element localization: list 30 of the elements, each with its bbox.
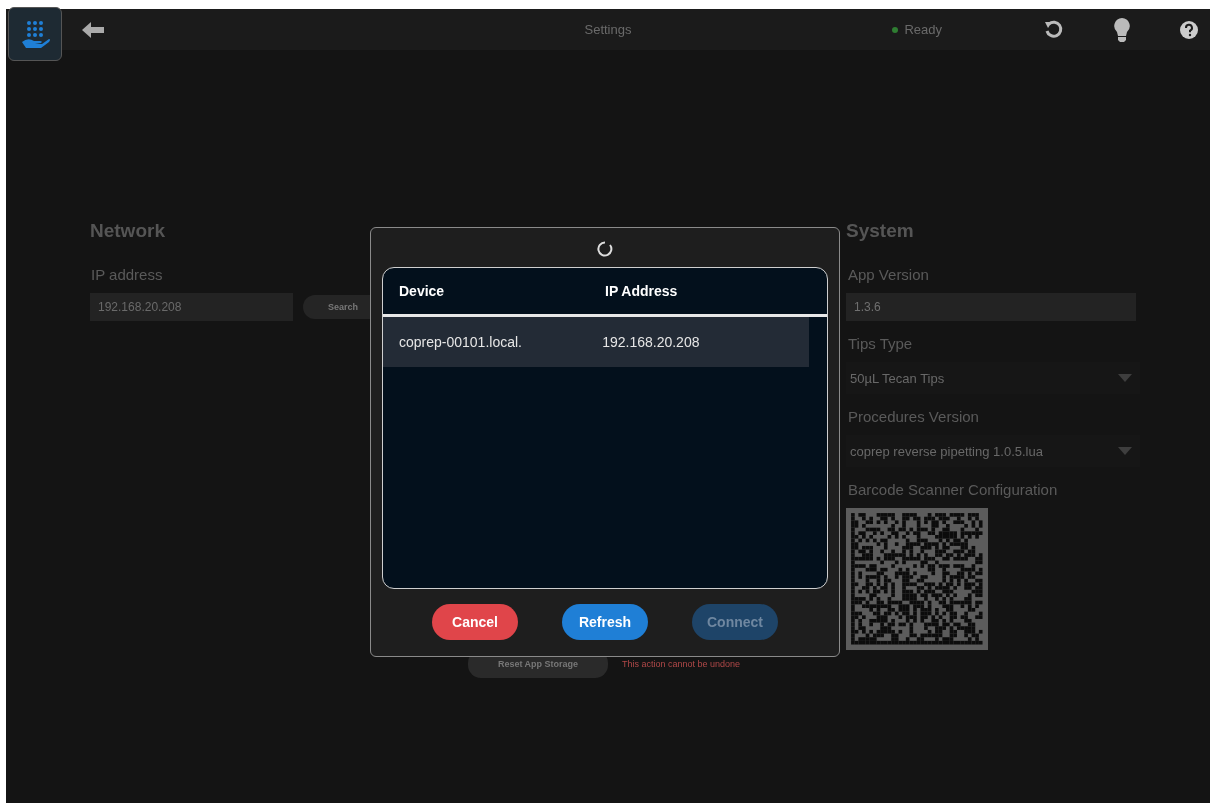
field-label: Tips Type <box>848 335 914 352</box>
dialog-button[interactable]: Cancel <box>432 604 518 640</box>
undo-icon <box>1044 19 1064 40</box>
help-icon <box>1180 20 1198 39</box>
section-heading: System <box>846 220 915 242</box>
warning-text: This action cannot be undone <box>622 659 741 669</box>
hint-button[interactable] <box>1114 17 1130 42</box>
page-title: Settings <box>584 22 632 37</box>
status-text: Ready <box>904 22 942 37</box>
loading-spinner-icon <box>597 241 613 257</box>
help-button[interactable] <box>1180 20 1198 39</box>
app-menu-button[interactable] <box>8 7 62 61</box>
lightbulb-icon <box>1114 17 1130 42</box>
field-label: App Version <box>848 266 930 283</box>
device-row[interactable]: coprep-00101.local. 192.168.20.208 <box>383 317 809 367</box>
arrow-left-icon <box>82 21 104 38</box>
hand-grid-icon <box>19 18 51 50</box>
section-heading: Network <box>90 220 166 242</box>
field-label: Procedures Version <box>848 408 980 425</box>
caret-icon <box>1118 447 1132 455</box>
column-header: IP Address <box>604 283 679 299</box>
ip-address-field[interactable]: 192.168.20.208 <box>90 293 293 321</box>
dialog-button[interactable]: Refresh <box>562 604 648 640</box>
caret-icon <box>1118 374 1132 382</box>
reset-button[interactable] <box>1044 19 1064 40</box>
column-header: Device <box>398 283 446 299</box>
field-label: Barcode Scanner Configuration <box>848 481 1059 498</box>
field-label: IP address <box>91 266 164 283</box>
back-button[interactable] <box>82 21 104 38</box>
version-field[interactable]: 1.3.6 <box>846 293 1136 321</box>
